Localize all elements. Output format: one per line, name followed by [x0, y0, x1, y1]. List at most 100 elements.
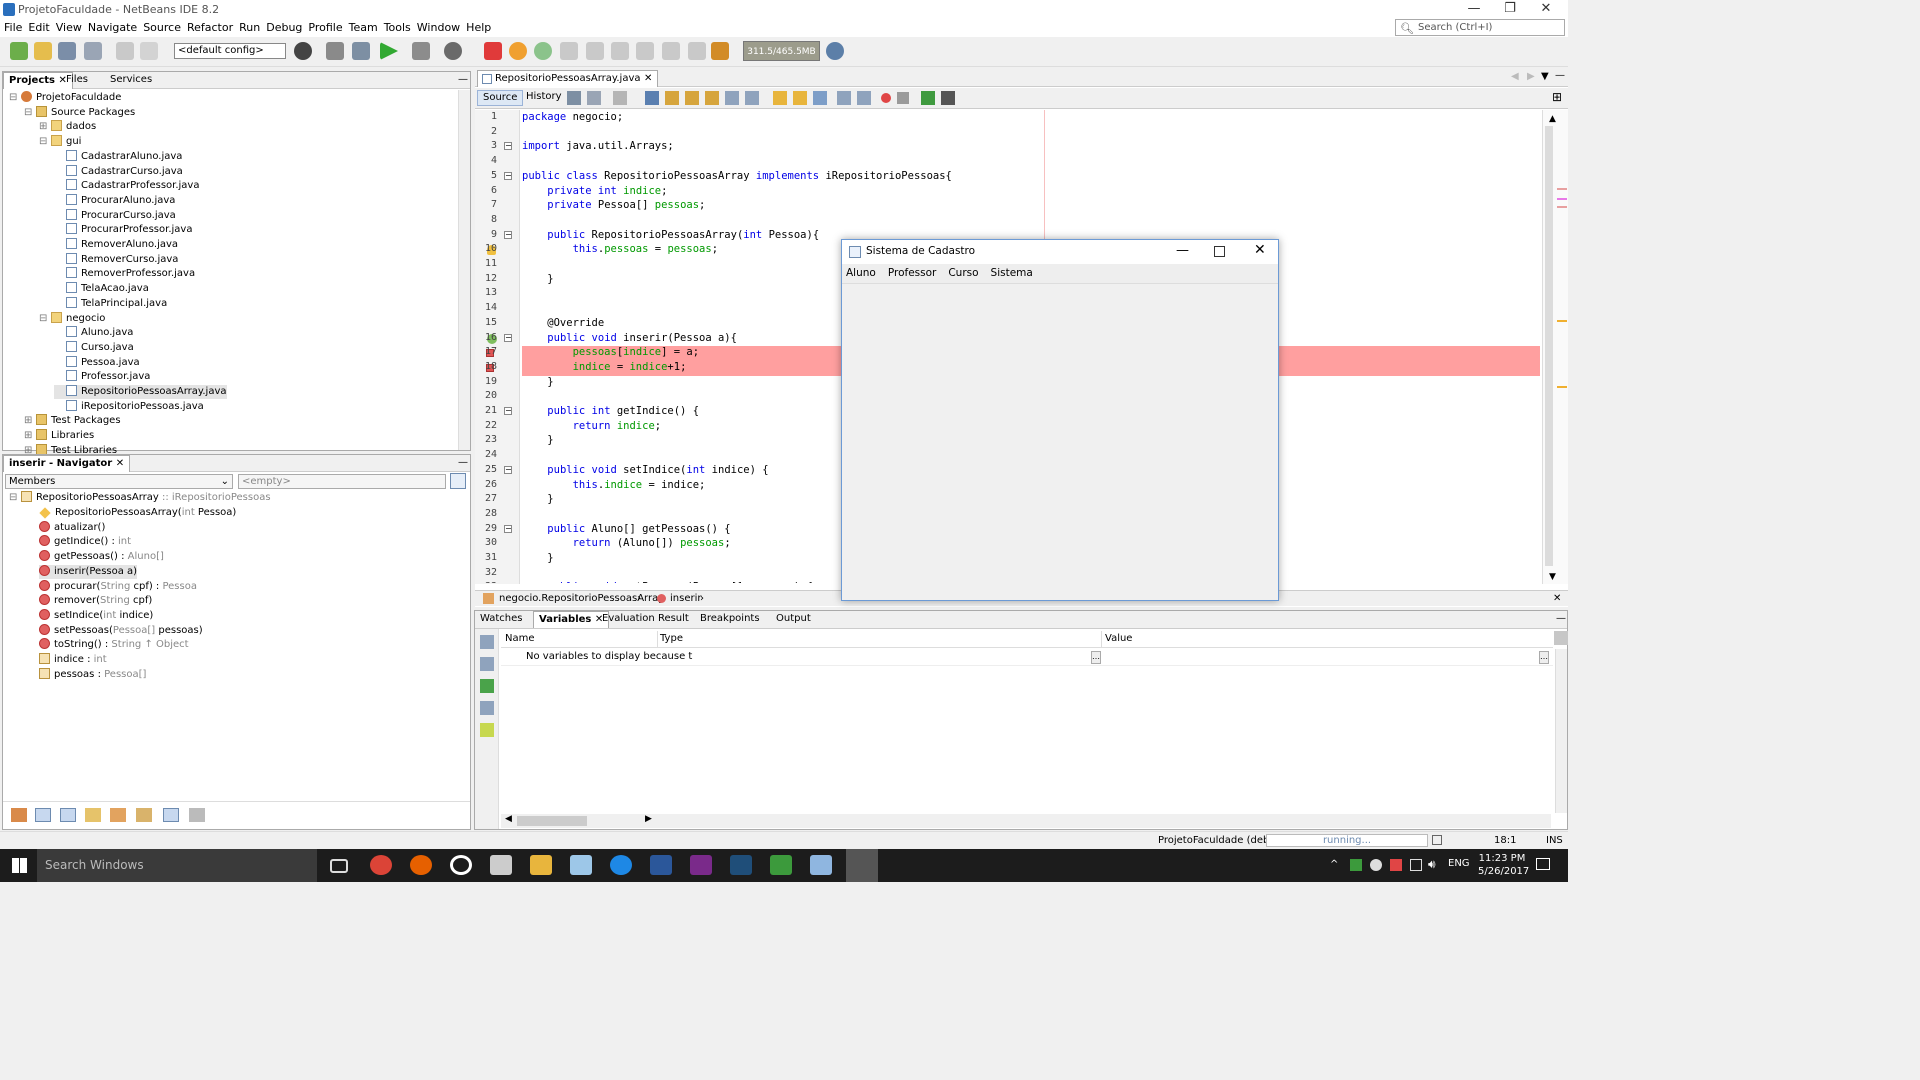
- evaluate-icon[interactable]: [480, 657, 494, 671]
- menu-window[interactable]: Window: [414, 20, 463, 36]
- code-line[interactable]: −3 import java.util.Arrays;: [475, 140, 1540, 155]
- navigator-member[interactable]: procurar(String cpf) : Pessoa: [39, 579, 197, 594]
- minimize-panel-button[interactable]: —: [1551, 611, 1571, 628]
- dialog-menu-professor[interactable]: Professor: [888, 267, 937, 279]
- tab-files[interactable]: Files: [61, 72, 93, 89]
- find-next-icon[interactable]: [685, 91, 699, 105]
- filter-inner-classes-icon[interactable]: [110, 808, 126, 822]
- step-over-icon[interactable]: [560, 42, 578, 60]
- expand-toggle-icon[interactable]: ⊟: [39, 135, 51, 149]
- new-project-icon[interactable]: [34, 42, 52, 60]
- taskbar-search[interactable]: Search Windows: [37, 849, 317, 882]
- find-icon[interactable]: [645, 91, 659, 105]
- dialog-menu-curso[interactable]: Curso: [948, 267, 978, 279]
- windows-start-icon[interactable]: [12, 858, 27, 873]
- menu-source[interactable]: Source: [140, 20, 184, 36]
- undo-icon[interactable]: [116, 42, 134, 60]
- media-player-icon[interactable]: [450, 855, 472, 875]
- tab-repositoriopessoasarray[interactable]: RepositorioPessoasArray.java ✕: [477, 70, 659, 87]
- sort-by-name-icon[interactable]: [163, 808, 179, 822]
- variables-row[interactable]: No variables to display because t … …: [501, 649, 1553, 666]
- column-name[interactable]: Name: [505, 631, 535, 647]
- expand-toggle-icon[interactable]: ⊟: [9, 91, 21, 105]
- project-tree-item[interactable]: CadastrarCurso.java: [54, 164, 183, 179]
- close-breadcrumb-icon[interactable]: ✕: [1553, 591, 1561, 606]
- stop-macro-icon[interactable]: [897, 92, 909, 104]
- column-type[interactable]: Type: [660, 631, 683, 647]
- continue-icon[interactable]: [534, 42, 552, 60]
- variables-vscrollbar[interactable]: [1555, 649, 1567, 813]
- error-stripe[interactable]: ▲ ▼: [1542, 110, 1568, 584]
- pause-icon[interactable]: [509, 42, 527, 60]
- task-view-icon[interactable]: [330, 859, 348, 873]
- step-over-expression-icon[interactable]: [586, 42, 604, 60]
- menu-navigate[interactable]: Navigate: [85, 20, 140, 36]
- tab-output[interactable]: Output: [771, 611, 816, 628]
- members-select[interactable]: Members ⌄: [5, 474, 233, 489]
- scroll-right-icon[interactable]: ▶: [645, 814, 652, 824]
- build-icon[interactable]: [326, 42, 344, 60]
- step-out-icon[interactable]: [636, 42, 654, 60]
- dialog-close-button[interactable]: ✕: [1254, 242, 1266, 258]
- memory-indicator[interactable]: 311.5/465.5MB: [743, 41, 820, 61]
- previous-bookmark-icon[interactable]: [773, 91, 787, 105]
- menu-file[interactable]: File: [1, 20, 25, 36]
- filter-nonpublic-icon[interactable]: [85, 808, 101, 822]
- firefox-icon[interactable]: [410, 855, 432, 875]
- navigator-member[interactable]: setPessoas(Pessoa[] pessoas): [39, 623, 203, 638]
- filter-inherited-icon[interactable]: [11, 808, 27, 822]
- save-all-icon[interactable]: [84, 42, 102, 60]
- navigator-member[interactable]: remover(String cpf): [39, 594, 152, 608]
- edge-icon[interactable]: [610, 855, 632, 875]
- scroll-left-icon[interactable]: ◀: [505, 814, 512, 824]
- breadcrumb-method[interactable]: inserir: [670, 591, 701, 606]
- expand-toggle-icon[interactable]: ⊞: [24, 414, 36, 428]
- config-select[interactable]: <default config>: [174, 43, 286, 59]
- fold-toggle-icon[interactable]: −: [504, 171, 512, 180]
- clock[interactable]: 11:23 PM 5/26/2017: [1478, 852, 1529, 878]
- menu-profile[interactable]: Profile: [305, 20, 345, 36]
- show-opened-documents-icon[interactable]: ▼: [1541, 71, 1549, 82]
- project-tree-item[interactable]: ProcurarProfessor.java: [54, 223, 192, 237]
- gc-icon[interactable]: [826, 42, 844, 60]
- split-editor-icon[interactable]: ⊞: [1552, 90, 1562, 104]
- value-ellipsis-button[interactable]: …: [1539, 651, 1549, 664]
- project-tree-item[interactable]: RemoverProfessor.java: [54, 267, 195, 281]
- code-line[interactable]: −5 public class RepositorioPessoasArray i…: [475, 170, 1540, 185]
- dialog-minimize-button[interactable]: —: [1176, 243, 1189, 258]
- navigator-filter-select[interactable]: <empty>: [238, 474, 446, 489]
- new-file-icon[interactable]: [10, 42, 28, 60]
- menu-refactor[interactable]: Refactor: [184, 20, 236, 36]
- warning-mark[interactable]: [1557, 386, 1567, 388]
- navigator-root[interactable]: ⊟ RepositorioPessoasArray :: iRepositorio…: [9, 491, 271, 505]
- project-tree-item[interactable]: ProcurarCurso.java: [54, 208, 176, 223]
- expand-toggle-icon[interactable]: ⊟: [39, 312, 51, 326]
- history-tab[interactable]: History: [521, 90, 567, 106]
- toggle-highlight-icon[interactable]: [725, 91, 739, 105]
- navigator-member[interactable]: getIndice() : int: [39, 535, 131, 549]
- back-icon[interactable]: [587, 91, 601, 105]
- collapse-toggle-icon[interactable]: ⊟: [9, 491, 21, 505]
- tab-navigator[interactable]: inserir - Navigator ✕: [3, 455, 131, 472]
- code-line[interactable]: 7 private Pessoa[] pessoas;: [475, 199, 1540, 214]
- column-value[interactable]: Value: [1105, 631, 1132, 647]
- find-previous-icon[interactable]: [665, 91, 679, 105]
- progress-bar[interactable]: running...: [1266, 834, 1428, 847]
- restore-button[interactable]: ❐: [1492, 0, 1528, 20]
- project-tree-item[interactable]: ⊞ Test Packages: [24, 414, 121, 428]
- menu-view[interactable]: View: [53, 20, 85, 36]
- close-button[interactable]: ✕: [1528, 0, 1564, 20]
- scroll-down-icon[interactable]: ▼: [1549, 572, 1556, 582]
- project-tree-item[interactable]: CadastrarAluno.java: [54, 149, 182, 164]
- minimize-panel-button[interactable]: —: [453, 72, 473, 89]
- last-edit-icon[interactable]: [567, 91, 581, 105]
- settings-icon[interactable]: [480, 701, 494, 715]
- tab-breakpoints[interactable]: Breakpoints: [695, 611, 765, 628]
- project-tree-item[interactable]: ⊞ Libraries: [24, 429, 94, 443]
- project-tree-item[interactable]: RemoverAluno.java: [54, 238, 178, 252]
- filter-static-icon[interactable]: [60, 808, 76, 822]
- start-macro-icon[interactable]: [881, 93, 891, 103]
- navigator-member[interactable]: inserir(Pessoa a): [39, 564, 138, 579]
- action-center-icon[interactable]: [1536, 858, 1550, 870]
- navigator-member[interactable]: atualizar(): [39, 520, 105, 535]
